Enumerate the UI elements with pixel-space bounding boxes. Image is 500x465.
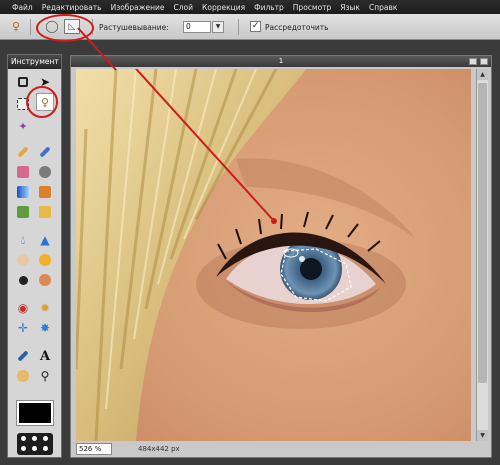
annotation-arrow bbox=[77, 27, 117, 71]
